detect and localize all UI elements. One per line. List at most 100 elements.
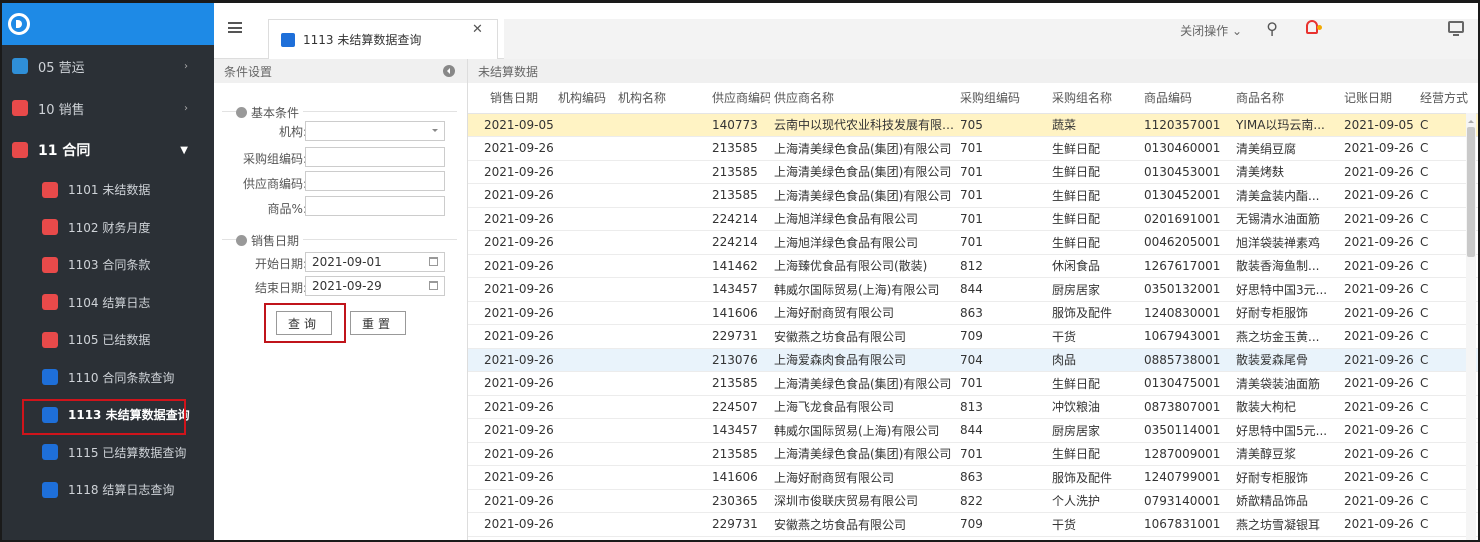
chevron-down-icon: [432, 129, 438, 135]
fullscreen-icon[interactable]: [1448, 21, 1464, 36]
column-header[interactable]: 机构名称: [614, 83, 708, 114]
column-header[interactable]: 采购组编码: [956, 83, 1048, 114]
sidebar-item-10[interactable]: 10 销售 ›: [2, 87, 214, 129]
end-date-input[interactable]: 2021-09-29: [305, 276, 445, 296]
table-cell: 213585: [708, 136, 770, 161]
sidebar-subitem-1103[interactable]: 1103 合同条款: [2, 246, 214, 284]
sidebar-subitem-1115[interactable]: 1115 已结算数据查询: [2, 434, 214, 472]
start-date-input[interactable]: 2021-09-01: [305, 252, 445, 272]
column-header[interactable]: 供应商编码: [708, 83, 770, 114]
sidebar-subitem-1105[interactable]: 1105 已结数据: [2, 321, 214, 359]
sidebar-subitem-label: 1102 财务月度: [68, 220, 151, 235]
column-header[interactable]: 供应商名称: [770, 83, 956, 114]
supplier-input[interactable]: [305, 171, 445, 191]
table-row[interactable]: 2021-09-26 213585 上海清美绿色食品(集团)有限公司 701 生鲜日配 1…: [468, 442, 1478, 466]
table-cell: [554, 489, 614, 513]
table-cell: 2021-09-26: [1340, 183, 1416, 208]
end-date-label: 结束日期:: [254, 281, 307, 295]
sidebar-subitem-label: 1115 已结算数据查询: [68, 445, 187, 460]
column-header[interactable]: 采购组名称: [1048, 83, 1140, 114]
scrollbar-thumb[interactable]: [1467, 127, 1475, 257]
data-table: 销售日期 机构编码 机构名称 供应商编码 供应商名称 采购组编码 采购组名称 商品编码 商品名称…: [468, 83, 1478, 537]
table-row[interactable]: 2021-09-26 213585 上海清美绿色食品(集团)有限公司 701 生鲜日配 0…: [468, 136, 1478, 161]
table-cell: 安徽燕之坊食品有限公司: [770, 324, 956, 349]
sidebar-subitem-1104[interactable]: 1104 结算日志: [2, 284, 214, 322]
table-row[interactable]: 2021-09-26 141462 上海臻优食品有限公司(散装) 812 休闲食品 126…: [468, 254, 1478, 278]
app-logo[interactable]: [8, 13, 30, 35]
menu-toggle-icon[interactable]: [228, 22, 242, 33]
tab-1113[interactable]: 1113 未结算数据查询: [268, 19, 498, 59]
scroll-up-icon[interactable]: [1468, 117, 1474, 123]
table-cell: 2021-09-26: [1340, 465, 1416, 490]
sidebar-subitem-1102[interactable]: 1102 财务月度: [2, 209, 214, 247]
reset-button[interactable]: 重置: [350, 311, 406, 335]
sidebar-subitem-1113[interactable]: 1113 未结算数据查询: [2, 396, 214, 435]
table-cell: 1067831001: [1140, 512, 1232, 537]
table-cell: 224214: [708, 207, 770, 231]
purchase-group-input[interactable]: [305, 147, 445, 167]
table-cell: 云南中以现代农业科技发展有限公...: [770, 113, 956, 137]
table-row[interactable]: 2021-09-26 213585 上海清美绿色食品(集团)有限公司 701 生鲜日配 0…: [468, 371, 1478, 396]
calendar-icon[interactable]: [429, 257, 438, 266]
column-header[interactable]: 销售日期: [468, 83, 554, 114]
calendar-icon[interactable]: [429, 281, 438, 290]
table-cell: 701: [956, 160, 1048, 184]
table-row[interactable]: 2021-09-26 213585 上海清美绿色食品(集团)有限公司 701 生鲜日配 0…: [468, 183, 1478, 208]
table-cell: [614, 348, 708, 372]
basic-conditions-group[interactable]: 基本条件: [236, 104, 304, 121]
org-select[interactable]: [305, 121, 445, 141]
table-row[interactable]: 2021-09-26 141606 上海好耐商贸有限公司 863 服饰及配件 124083…: [468, 301, 1478, 325]
sales-date-group[interactable]: 销售日期: [236, 232, 304, 249]
start-date-value: 2021-09-01: [312, 255, 382, 269]
table-row[interactable]: 2021-09-26 224214 上海旭洋绿色食品有限公司 701 生鲜日配 02016…: [468, 207, 1478, 231]
table-cell: [554, 512, 614, 537]
table-cell: [614, 254, 708, 278]
form-icon: [42, 444, 58, 461]
purchase-group-label: 采购组编码:: [242, 152, 307, 166]
sidebar-item-11[interactable]: 11 合同 ▼: [2, 129, 214, 171]
product-input[interactable]: [305, 196, 445, 216]
table-row[interactable]: 2021-09-26 143457 韩威尔国际贸易(上海)有限公司 844 厨房居家 03…: [468, 277, 1478, 302]
table-cell: 上海飞龙食品有限公司: [770, 395, 956, 419]
table-cell: [554, 136, 614, 161]
table-row[interactable]: 2021-09-26 213076 上海爱森肉食品有限公司 704 肉品 08857380…: [468, 348, 1478, 372]
table-row[interactable]: 2021-09-26 229731 安徽燕之坊食品有限公司 709 干货 10679430…: [468, 324, 1478, 349]
table-cell: 705: [956, 113, 1048, 137]
table-cell: 224214: [708, 230, 770, 255]
tab-close-icon[interactable]: ✕: [472, 22, 483, 37]
table-row[interactable]: 2021-09-26 143457 韩威尔国际贸易(上海)有限公司 844 厨房居家 03…: [468, 418, 1478, 443]
table-cell: [614, 442, 708, 466]
table-row[interactable]: 2021-09-26 224214 上海旭洋绿色食品有限公司 701 生鲜日配 00462…: [468, 230, 1478, 255]
table-cell: 1240830001: [1140, 301, 1232, 325]
table-cell: [554, 160, 614, 184]
column-header[interactable]: 记账日期: [1340, 83, 1416, 114]
table-cell: 好耐专柜服饰: [1232, 301, 1340, 325]
table-cell: 2021-09-26: [1340, 136, 1416, 161]
close-operations-menu[interactable]: 关闭操作 ⌄: [1180, 22, 1242, 39]
table-row[interactable]: 2021-09-26 230365 深圳市俊联庆贸易有限公司 822 个人洗护 07931…: [468, 489, 1478, 513]
query-button[interactable]: 查询: [276, 311, 332, 335]
sidebar-subitem-1110[interactable]: 1110 合同条款查询: [2, 359, 214, 397]
table-row[interactable]: 2021-09-26 213585 上海清美绿色食品(集团)有限公司 701 生鲜日配 0…: [468, 160, 1478, 184]
table-row[interactable]: 2021-09-26 224507 上海飞龙食品有限公司 813 冲饮粮油 0873807…: [468, 395, 1478, 419]
search-icon[interactable]: ⚲: [1266, 19, 1278, 38]
column-header[interactable]: 商品编码: [1140, 83, 1232, 114]
sidebar-item-label: 11 合同: [38, 143, 91, 159]
table-cell: 701: [956, 207, 1048, 231]
collapse-panel-icon[interactable]: [443, 65, 455, 77]
column-header[interactable]: 机构编码: [554, 83, 614, 114]
vertical-scrollbar[interactable]: [1466, 113, 1476, 540]
table-cell: 0793140001: [1140, 489, 1232, 513]
table-row[interactable]: 2021-09-05 140773 云南中以现代农业科技发展有限公... 705 蔬菜 1…: [468, 113, 1478, 137]
table-header-row: 销售日期 机构编码 机构名称 供应商编码 供应商名称 采购组编码 采购组名称 商品编码 商品名称…: [468, 83, 1478, 114]
notification-bell-icon[interactable]: [1306, 20, 1322, 34]
column-header[interactable]: 商品名称: [1232, 83, 1340, 114]
table-cell: 散装大枸杞: [1232, 395, 1340, 419]
sidebar-subitem-1101[interactable]: 1101 未结数据: [2, 171, 214, 209]
table-cell: 生鲜日配: [1048, 442, 1140, 466]
table-row[interactable]: 2021-09-26 141606 上海好耐商贸有限公司 863 服饰及配件 124079…: [468, 465, 1478, 490]
column-header[interactable]: 经营方式: [1416, 83, 1478, 114]
sidebar-subitem-1118[interactable]: 1118 结算日志查询: [2, 471, 214, 509]
sidebar-item-05[interactable]: 05 营运 ›: [2, 45, 214, 87]
table-row[interactable]: 2021-09-26 229731 安徽燕之坊食品有限公司 709 干货 10678310…: [468, 512, 1478, 537]
